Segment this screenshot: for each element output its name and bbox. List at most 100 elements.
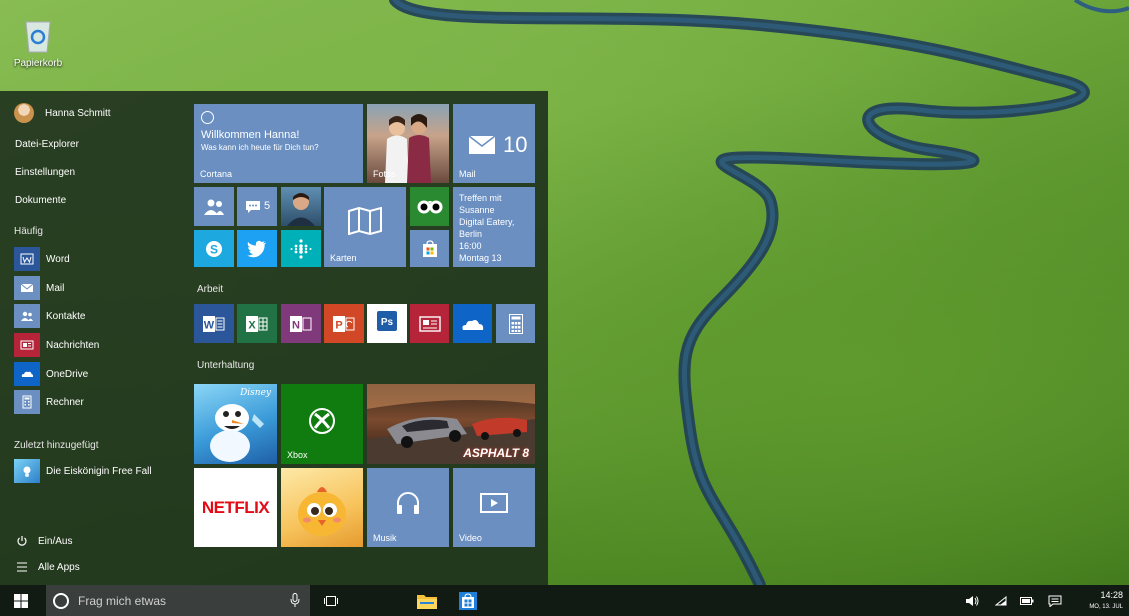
tile-label: Mail: [459, 169, 476, 179]
taskbar: Frag mich etwas 14:28 MO, 13. JUL: [0, 585, 1129, 616]
calendar-line: Treffen mit: [459, 193, 502, 203]
network-button[interactable]: [991, 585, 1011, 616]
search-placeholder: Frag mich etwas: [78, 593, 167, 608]
clock[interactable]: 14:28 MO, 13. JUL: [1089, 589, 1123, 613]
all-apps-button[interactable]: Alle Apps: [16, 561, 80, 573]
tile-photoshop-express[interactable]: Ps: [367, 304, 407, 343]
calendar-line: Susanne: [459, 205, 495, 215]
tile-video[interactable]: Video: [453, 468, 535, 547]
tile-word[interactable]: W: [194, 304, 234, 343]
task-view-button[interactable]: [318, 585, 344, 616]
tile-powerpoint[interactable]: P: [324, 304, 364, 343]
tile-label: Xbox: [287, 450, 308, 460]
chat-icon: [246, 201, 260, 213]
tile-calculator[interactable]: [496, 304, 535, 343]
word-icon: W: [203, 315, 225, 332]
action-center-button[interactable]: [1045, 585, 1065, 616]
calendar-line: Digital Eatery,: [459, 217, 515, 227]
mail-icon: [469, 136, 495, 154]
microphone-icon[interactable]: [290, 593, 300, 608]
task-view-icon: [324, 595, 338, 606]
skype-icon: S: [206, 240, 222, 257]
tile-contact-photo[interactable]: [281, 187, 321, 226]
map-icon: [348, 206, 382, 235]
volume-button[interactable]: [962, 585, 982, 616]
people-icon: [204, 199, 224, 215]
tile-chicken-game[interactable]: [281, 468, 363, 547]
recycle-bin-label: Papierkorb: [13, 58, 63, 69]
power-label: Ein/Aus: [38, 535, 73, 547]
tile-people[interactable]: [194, 187, 234, 226]
onedrive-icon: [14, 362, 40, 386]
notification-icon: [1048, 595, 1062, 607]
store-bag-icon: [422, 239, 437, 257]
tile-messaging[interactable]: 5: [237, 187, 277, 226]
frequent-section-title: Häufig: [14, 226, 43, 237]
app-item-calculator[interactable]: Rechner: [14, 390, 84, 414]
file-explorer-button[interactable]: [414, 585, 440, 616]
cortana-icon: [53, 592, 69, 609]
svg-text:S: S: [210, 242, 218, 256]
video-icon: [480, 492, 508, 513]
tile-photos[interactable]: Fotos: [367, 104, 449, 183]
app-item-onedrive[interactable]: OneDrive: [14, 362, 88, 386]
tile-tripadvisor[interactable]: [410, 187, 449, 226]
svg-text:P: P: [335, 319, 342, 331]
app-item-frozen-free-fall[interactable]: Die Eiskönigin Free Fall: [14, 459, 152, 483]
excel-icon: X: [246, 315, 268, 332]
frozen-free-fall-icon: [14, 459, 40, 483]
power-button[interactable]: Ein/Aus: [16, 535, 72, 547]
link-documents[interactable]: Dokumente: [15, 195, 66, 206]
tile-xbox[interactable]: Xbox: [281, 384, 363, 464]
tile-frozen-free-fall[interactable]: Disney: [194, 384, 277, 464]
news-icon: [418, 315, 441, 332]
asphalt-logo: ASPHALT 8: [463, 446, 529, 460]
onedrive-icon: [461, 319, 483, 330]
tile-fitbit[interactable]: [281, 230, 321, 267]
start-button[interactable]: [0, 585, 42, 616]
word-icon: [14, 247, 40, 271]
clock-date: MO, 13. JUL: [1089, 604, 1123, 610]
calendar-day: Montag 13: [459, 253, 502, 263]
list-icon: [17, 562, 27, 572]
app-item-label: Die Eiskönigin Free Fall: [46, 465, 152, 477]
tile-store[interactable]: [410, 230, 449, 267]
search-box[interactable]: Frag mich etwas: [46, 585, 310, 616]
tile-onedrive[interactable]: [453, 304, 492, 343]
disney-logo: Disney: [240, 388, 271, 398]
battery-button[interactable]: [1017, 585, 1037, 616]
app-item-label: Mail: [46, 282, 65, 294]
app-item-news[interactable]: Nachrichten: [14, 333, 99, 357]
app-item-contacts[interactable]: Kontakte: [14, 304, 85, 328]
recycle-bin-shortcut[interactable]: Papierkorb: [10, 18, 66, 69]
calendar-event: Treffen mit Susanne Digital Eatery, Berl…: [459, 192, 514, 252]
onenote-icon: N: [290, 315, 312, 332]
twitter-bird-icon: [247, 240, 266, 257]
power-icon: [17, 536, 27, 546]
start-left-column: Hanna Schmitt Datei-Explorer Einstellung…: [0, 91, 190, 585]
tile-mail[interactable]: 10 Mail: [453, 104, 535, 183]
store-button[interactable]: [455, 585, 481, 616]
svg-text:W: W: [204, 319, 215, 331]
app-item-mail[interactable]: Mail: [14, 276, 64, 300]
clock-time: 14:28: [1100, 590, 1123, 600]
tile-onenote[interactable]: N: [281, 304, 321, 343]
app-item-word[interactable]: Word: [14, 247, 70, 271]
tile-twitter[interactable]: [237, 230, 277, 267]
owl-icon: [417, 200, 442, 213]
tile-asphalt-8[interactable]: ASPHALT 8: [367, 384, 535, 464]
user-account-button[interactable]: Hanna Schmitt: [14, 103, 111, 123]
tile-netflix[interactable]: NETFLIX: [194, 468, 277, 547]
tile-cortana[interactable]: Willkommen Hanna! Was kann ich heute für…: [194, 104, 363, 183]
tile-excel[interactable]: X: [237, 304, 277, 343]
photoshop-express-icon: Ps: [377, 311, 397, 332]
link-settings[interactable]: Einstellungen: [15, 167, 75, 178]
tile-music[interactable]: Musik: [367, 468, 449, 547]
tile-news[interactable]: [410, 304, 449, 343]
tile-maps[interactable]: Karten: [324, 187, 406, 267]
battery-icon: [1020, 596, 1034, 605]
powerpoint-icon: P: [333, 315, 355, 332]
tile-skype[interactable]: S: [194, 230, 234, 267]
tile-calendar[interactable]: Treffen mit Susanne Digital Eatery, Berl…: [453, 187, 535, 267]
link-file-explorer[interactable]: Datei-Explorer: [15, 139, 79, 150]
